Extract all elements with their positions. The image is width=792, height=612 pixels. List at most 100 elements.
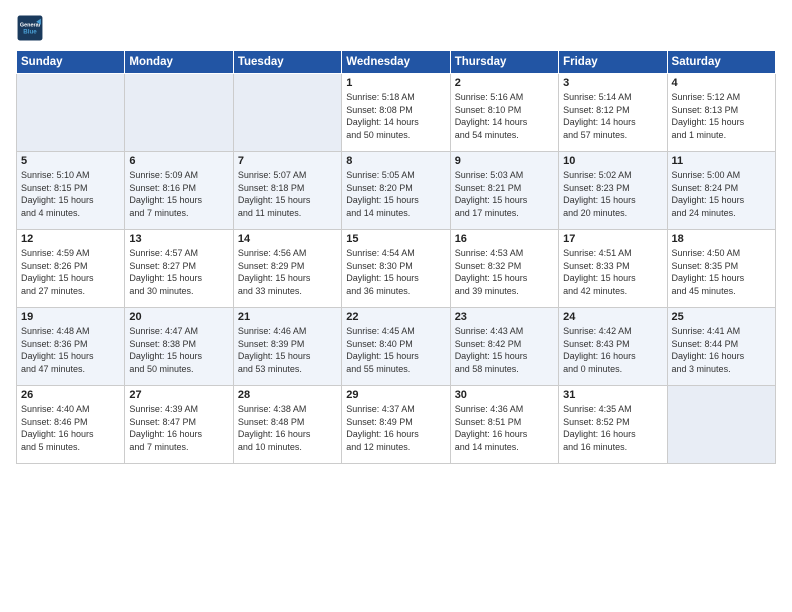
calendar-cell: 9 Sunrise: 5:03 AM Sunset: 8:21 PM Daylig… [450, 152, 558, 230]
day-info: Sunrise: 4:51 AM Sunset: 8:33 PM Dayligh… [563, 247, 662, 297]
day-info: Sunrise: 5:02 AM Sunset: 8:23 PM Dayligh… [563, 169, 662, 219]
calendar-cell: 20 Sunrise: 4:47 AM Sunset: 8:38 PM Dayli… [125, 308, 233, 386]
calendar-cell: 18 Sunrise: 4:50 AM Sunset: 8:35 PM Dayli… [667, 230, 775, 308]
header: General Blue [16, 14, 776, 42]
calendar-cell: 6 Sunrise: 5:09 AM Sunset: 8:16 PM Daylig… [125, 152, 233, 230]
day-number: 6 [129, 155, 228, 167]
day-info: Sunrise: 4:47 AM Sunset: 8:38 PM Dayligh… [129, 325, 228, 375]
day-number: 19 [21, 311, 120, 323]
day-number: 24 [563, 311, 662, 323]
header-cell-sunday: Sunday [17, 51, 125, 74]
week-row-3: 12Sunrise: 4:59 AM Sunset: 8:26 PM Dayli… [17, 230, 776, 308]
day-number: 29 [346, 389, 445, 401]
header-cell-thursday: Thursday [450, 51, 558, 74]
week-row-4: 19 Sunrise: 4:48 AM Sunset: 8:36 PM Dayli… [17, 308, 776, 386]
day-number: 1 [346, 77, 445, 89]
day-number: 14 [238, 233, 337, 245]
day-number: 11 [672, 155, 771, 167]
day-info: Sunrise: 5:14 AM Sunset: 8:12 PM Dayligh… [563, 91, 662, 141]
day-info: Sunrise: 4:41 AM Sunset: 8:44 PM Dayligh… [672, 325, 771, 375]
day-info: Sunrise: 4:48 AM Sunset: 8:36 PM Dayligh… [21, 325, 120, 375]
day-number: 25 [672, 311, 771, 323]
calendar-cell [233, 74, 341, 152]
calendar-cell: 30Sunrise: 4:36 AM Sunset: 8:51 PM Dayli… [450, 386, 558, 464]
day-number: 5 [21, 155, 120, 167]
calendar-cell: 19 Sunrise: 4:48 AM Sunset: 8:36 PM Dayli… [17, 308, 125, 386]
week-row-5: 26 Sunrise: 4:40 AM Sunset: 8:46 PM Dayli… [17, 386, 776, 464]
day-number: 30 [455, 389, 554, 401]
page: General Blue SundayMondayTuesdayWednesda… [0, 0, 792, 612]
day-info: Sunrise: 5:18 AM Sunset: 8:08 PM Dayligh… [346, 91, 445, 141]
calendar-cell: 27 Sunrise: 4:39 AM Sunset: 8:47 PM Dayli… [125, 386, 233, 464]
day-number: 21 [238, 311, 337, 323]
day-number: 27 [129, 389, 228, 401]
calendar-cell: 3 Sunrise: 5:14 AM Sunset: 8:12 PM Daylig… [559, 74, 667, 152]
day-info: Sunrise: 4:40 AM Sunset: 8:46 PM Dayligh… [21, 403, 120, 453]
svg-text:General: General [20, 22, 41, 28]
header-cell-friday: Friday [559, 51, 667, 74]
day-info: Sunrise: 4:50 AM Sunset: 8:35 PM Dayligh… [672, 247, 771, 297]
day-info: Sunrise: 4:53 AM Sunset: 8:32 PM Dayligh… [455, 247, 554, 297]
calendar-cell: 25 Sunrise: 4:41 AM Sunset: 8:44 PM Dayli… [667, 308, 775, 386]
day-info: Sunrise: 5:03 AM Sunset: 8:21 PM Dayligh… [455, 169, 554, 219]
day-info: Sunrise: 4:45 AM Sunset: 8:40 PM Dayligh… [346, 325, 445, 375]
day-number: 3 [563, 77, 662, 89]
day-number: 12 [21, 233, 120, 245]
calendar-cell: 17 Sunrise: 4:51 AM Sunset: 8:33 PM Dayli… [559, 230, 667, 308]
calendar-cell: 26 Sunrise: 4:40 AM Sunset: 8:46 PM Dayli… [17, 386, 125, 464]
calendar-cell [17, 74, 125, 152]
day-number: 17 [563, 233, 662, 245]
day-number: 28 [238, 389, 337, 401]
calendar-cell: 14 Sunrise: 4:56 AM Sunset: 8:29 PM Dayli… [233, 230, 341, 308]
day-number: 16 [455, 233, 554, 245]
day-info: Sunrise: 5:10 AM Sunset: 8:15 PM Dayligh… [21, 169, 120, 219]
day-info: Sunrise: 5:16 AM Sunset: 8:10 PM Dayligh… [455, 91, 554, 141]
day-number: 7 [238, 155, 337, 167]
calendar-cell: 8Sunrise: 5:05 AM Sunset: 8:20 PM Daylig… [342, 152, 450, 230]
day-number: 26 [21, 389, 120, 401]
calendar-cell: 7 Sunrise: 5:07 AM Sunset: 8:18 PM Daylig… [233, 152, 341, 230]
day-number: 20 [129, 311, 228, 323]
day-number: 23 [455, 311, 554, 323]
day-number: 4 [672, 77, 771, 89]
svg-text:Blue: Blue [23, 28, 37, 35]
calendar-cell: 12Sunrise: 4:59 AM Sunset: 8:26 PM Dayli… [17, 230, 125, 308]
day-number: 9 [455, 155, 554, 167]
calendar-cell: 31 Sunrise: 4:35 AM Sunset: 8:52 PM Dayli… [559, 386, 667, 464]
day-info: Sunrise: 5:07 AM Sunset: 8:18 PM Dayligh… [238, 169, 337, 219]
header-cell-monday: Monday [125, 51, 233, 74]
day-info: Sunrise: 4:56 AM Sunset: 8:29 PM Dayligh… [238, 247, 337, 297]
day-number: 2 [455, 77, 554, 89]
header-row: SundayMondayTuesdayWednesdayThursdayFrid… [17, 51, 776, 74]
day-info: Sunrise: 4:57 AM Sunset: 8:27 PM Dayligh… [129, 247, 228, 297]
day-info: Sunrise: 4:39 AM Sunset: 8:47 PM Dayligh… [129, 403, 228, 453]
calendar-cell: 29Sunrise: 4:37 AM Sunset: 8:49 PM Dayli… [342, 386, 450, 464]
day-info: Sunrise: 5:09 AM Sunset: 8:16 PM Dayligh… [129, 169, 228, 219]
calendar-cell: 28 Sunrise: 4:38 AM Sunset: 8:48 PM Dayli… [233, 386, 341, 464]
calendar-cell: 23Sunrise: 4:43 AM Sunset: 8:42 PM Dayli… [450, 308, 558, 386]
calendar-cell: 15Sunrise: 4:54 AM Sunset: 8:30 PM Dayli… [342, 230, 450, 308]
calendar-cell [667, 386, 775, 464]
day-info: Sunrise: 4:38 AM Sunset: 8:48 PM Dayligh… [238, 403, 337, 453]
calendar-cell: 5 Sunrise: 5:10 AM Sunset: 8:15 PM Daylig… [17, 152, 125, 230]
week-row-1: 1 Sunrise: 5:18 AM Sunset: 8:08 PM Daylig… [17, 74, 776, 152]
day-info: Sunrise: 4:54 AM Sunset: 8:30 PM Dayligh… [346, 247, 445, 297]
logo: General Blue [16, 14, 46, 42]
day-number: 13 [129, 233, 228, 245]
day-number: 31 [563, 389, 662, 401]
header-cell-tuesday: Tuesday [233, 51, 341, 74]
week-row-2: 5 Sunrise: 5:10 AM Sunset: 8:15 PM Daylig… [17, 152, 776, 230]
calendar-cell: 1 Sunrise: 5:18 AM Sunset: 8:08 PM Daylig… [342, 74, 450, 152]
day-info: Sunrise: 5:05 AM Sunset: 8:20 PM Dayligh… [346, 169, 445, 219]
calendar-cell: 22 Sunrise: 4:45 AM Sunset: 8:40 PM Dayli… [342, 308, 450, 386]
calendar-cell: 4 Sunrise: 5:12 AM Sunset: 8:13 PM Daylig… [667, 74, 775, 152]
day-info: Sunrise: 5:12 AM Sunset: 8:13 PM Dayligh… [672, 91, 771, 141]
day-number: 18 [672, 233, 771, 245]
calendar-cell: 13 Sunrise: 4:57 AM Sunset: 8:27 PM Dayli… [125, 230, 233, 308]
header-cell-saturday: Saturday [667, 51, 775, 74]
day-number: 22 [346, 311, 445, 323]
day-info: Sunrise: 5:00 AM Sunset: 8:24 PM Dayligh… [672, 169, 771, 219]
calendar-cell: 2 Sunrise: 5:16 AM Sunset: 8:10 PM Daylig… [450, 74, 558, 152]
logo-icon: General Blue [16, 14, 44, 42]
day-info: Sunrise: 4:35 AM Sunset: 8:52 PM Dayligh… [563, 403, 662, 453]
